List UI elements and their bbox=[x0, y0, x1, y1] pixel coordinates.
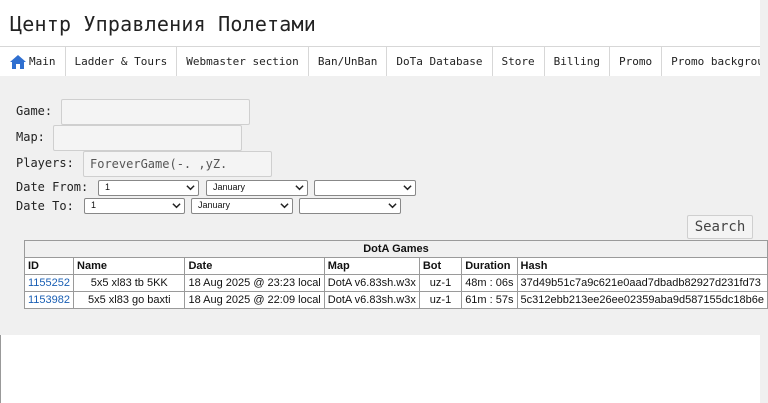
chevron-down-icon bbox=[388, 203, 397, 209]
map-input[interactable] bbox=[53, 125, 242, 151]
nav-item-store[interactable]: Store bbox=[493, 47, 545, 76]
game-bot: uz-1 bbox=[418, 291, 463, 309]
nav-item-promo-background[interactable]: Promo background bbox=[662, 47, 768, 76]
col-header-date: Date bbox=[184, 257, 325, 275]
game-duration: 61m : 57s bbox=[461, 291, 518, 309]
game-map: DotA v6.83sh.w3x bbox=[323, 274, 420, 292]
date-to-year-select[interactable] bbox=[299, 198, 401, 214]
page-title: Центр Управления Полетами bbox=[10, 12, 317, 36]
chevron-down-icon bbox=[280, 203, 289, 209]
date-from-year-select[interactable] bbox=[314, 180, 416, 196]
date-from-month-select[interactable]: January bbox=[206, 180, 308, 196]
game-hash: 5c312ebb213ee26ee02359aba9d587155dc18b6e bbox=[516, 291, 768, 309]
game-name: 5x5 xl83 go baxti bbox=[73, 291, 186, 309]
date-to-month-value: January bbox=[198, 200, 231, 210]
col-header-hash: Hash bbox=[516, 257, 768, 275]
game-id-link[interactable]: 1155252 bbox=[23, 274, 75, 292]
nav-item-billing[interactable]: Billing bbox=[545, 47, 610, 76]
nav-item-ban-unban[interactable]: Ban/UnBan bbox=[309, 47, 388, 76]
date-from-label: Date From: bbox=[16, 180, 89, 194]
table-header-row: ID Name Date Map Bot Duration Hash bbox=[23, 257, 768, 275]
date-to-day-value: 1 bbox=[91, 200, 97, 210]
date-from-day-select[interactable]: 1 bbox=[98, 180, 199, 196]
nav-item-label: Main bbox=[29, 54, 56, 68]
map-label: Map: bbox=[16, 130, 45, 144]
main-nav: Main Ladder & Tours Webmaster section Ba… bbox=[0, 46, 768, 77]
game-map: DotA v6.83sh.w3x bbox=[323, 291, 420, 309]
game-bot: uz-1 bbox=[418, 274, 463, 292]
game-input[interactable] bbox=[61, 99, 250, 125]
chevron-down-icon bbox=[186, 185, 195, 191]
game-hash: 37d49b51c7a9c621e0aad7dbadb82927d231fd73 bbox=[516, 274, 768, 292]
date-from-day-value: 1 bbox=[105, 182, 111, 192]
chevron-down-icon bbox=[172, 203, 181, 209]
nav-item-webmaster[interactable]: Webmaster section bbox=[177, 47, 309, 76]
date-to-label: Date To: bbox=[16, 199, 74, 213]
game-duration: 48m : 06s bbox=[461, 274, 518, 292]
table-row: 1153982 5x5 xl83 go baxti 18 Aug 2025 @ … bbox=[23, 291, 768, 309]
col-header-id: ID bbox=[23, 257, 75, 275]
page-border bbox=[0, 335, 1, 403]
players-input[interactable]: ForeverGame(-. ,yZ. bbox=[83, 151, 272, 177]
col-header-duration: Duration bbox=[461, 257, 518, 275]
home-icon bbox=[10, 54, 26, 69]
col-header-bot: Bot bbox=[418, 257, 463, 275]
table-caption: DotA Games bbox=[24, 240, 768, 258]
game-id-link[interactable]: 1153982 bbox=[23, 291, 75, 309]
nav-item-dota-database[interactable]: DoTa Database bbox=[387, 47, 493, 76]
game-name: 5x5 xl83 tb 5KK bbox=[73, 274, 186, 292]
nav-item-promo[interactable]: Promo bbox=[610, 47, 663, 76]
col-header-name: Name bbox=[73, 257, 186, 275]
nav-item-main[interactable]: Main bbox=[0, 47, 66, 76]
col-header-map: Map bbox=[323, 257, 420, 275]
date-to-month-select[interactable]: January bbox=[191, 198, 293, 214]
chevron-down-icon bbox=[295, 185, 304, 191]
scroll-strip bbox=[760, 0, 768, 403]
date-from-month-value: January bbox=[213, 182, 246, 192]
game-date: 18 Aug 2025 @ 23:23 local bbox=[184, 274, 325, 292]
game-label: Game: bbox=[16, 104, 53, 118]
chevron-down-icon bbox=[403, 185, 412, 191]
nav-item-ladder-tours[interactable]: Ladder & Tours bbox=[66, 47, 178, 76]
search-button[interactable]: Search bbox=[687, 215, 753, 239]
players-label: Players: bbox=[16, 156, 74, 170]
game-date: 18 Aug 2025 @ 22:09 local bbox=[184, 291, 325, 309]
games-table: DotA Games ID Name Date Map Bot Duration… bbox=[23, 240, 768, 309]
header: Центр Управления Полетами bbox=[0, 0, 768, 46]
date-to-day-select[interactable]: 1 bbox=[84, 198, 185, 214]
table-row: 1155252 5x5 xl83 tb 5KK 18 Aug 2025 @ 23… bbox=[23, 274, 768, 292]
